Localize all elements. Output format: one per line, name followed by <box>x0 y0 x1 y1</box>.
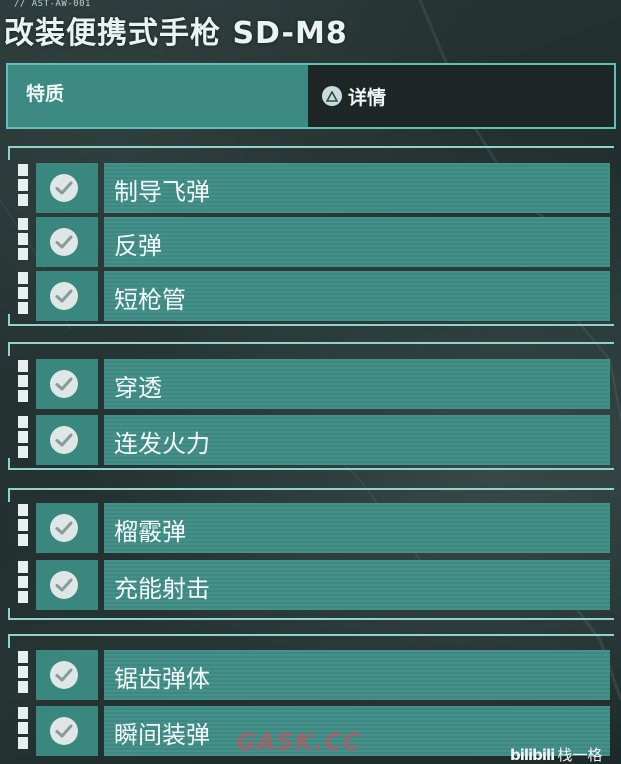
game-screen: // AST-AW-001 改装便携式手枪 SD-M8 特质 详情 制导飞弹 反… <box>0 0 621 764</box>
trait-toggle[interactable] <box>36 503 98 553</box>
slot-indicator-icon <box>18 651 32 699</box>
trait-label-box: 充能射击 <box>104 560 610 610</box>
group-frame <box>8 342 614 344</box>
trait-toggle[interactable] <box>36 650 98 700</box>
trait-label-box: 反弹 <box>104 217 610 267</box>
tab-traits-label: 特质 <box>26 83 65 105</box>
trait-toggle[interactable] <box>36 359 98 409</box>
trait-toggle[interactable] <box>36 560 98 610</box>
trait-label: 锯齿弹体 <box>114 665 210 693</box>
tab-details[interactable]: 详情 <box>308 65 614 127</box>
group-frame-corner <box>8 488 10 502</box>
trait-label-box: 榴霰弹 <box>104 503 610 553</box>
trait-label-box: 制导飞弹 <box>104 163 610 213</box>
trait-label-box: 短枪管 <box>104 271 610 321</box>
trait-row[interactable]: 短枪管 <box>18 271 610 321</box>
check-circle-icon <box>50 370 78 398</box>
trait-label: 反弹 <box>114 232 162 260</box>
trait-label: 制导飞弹 <box>114 178 210 206</box>
group-frame <box>8 488 614 490</box>
trait-row[interactable]: 锯齿弹体 <box>18 650 610 700</box>
bilibili-logo: bilibili <box>510 746 555 764</box>
trait-label: 穿透 <box>114 374 162 402</box>
group-frame-corner <box>8 634 10 648</box>
trait-row[interactable]: 反弹 <box>18 217 610 267</box>
tab-details-label: 详情 <box>348 86 387 109</box>
trait-label: 榴霰弹 <box>114 518 186 546</box>
group-frame-corner <box>8 458 10 470</box>
trait-label-box: 穿透 <box>104 359 610 409</box>
trait-toggle[interactable] <box>36 163 98 213</box>
trait-row[interactable]: 榴霰弹 <box>18 503 610 553</box>
slot-indicator-icon <box>18 164 32 212</box>
trait-row[interactable]: 制导飞弹 <box>18 163 610 213</box>
trait-label: 充能射击 <box>114 575 210 603</box>
slot-indicator-icon <box>18 707 32 755</box>
tab-bar: 特质 详情 <box>6 63 616 129</box>
group-frame-corner <box>8 342 10 356</box>
slot-indicator-icon <box>18 360 32 408</box>
check-circle-icon <box>50 571 78 599</box>
check-circle-icon <box>50 717 78 745</box>
triangle-button-icon <box>322 86 342 106</box>
group-frame <box>8 324 614 326</box>
trait-label: 短枪管 <box>114 286 186 314</box>
check-circle-icon <box>50 282 78 310</box>
group-frame <box>8 618 614 620</box>
trait-label-box: 连发火力 <box>104 415 610 465</box>
uploader-name: 栈一格 <box>557 746 603 764</box>
group-frame <box>8 146 614 148</box>
site-watermark: GASK.CC <box>236 728 362 756</box>
trait-toggle[interactable] <box>36 706 98 756</box>
trait-row[interactable]: 连发火力 <box>18 415 610 465</box>
trait-toggle[interactable] <box>36 271 98 321</box>
slot-indicator-icon <box>18 218 32 266</box>
group-frame-corner <box>8 608 10 620</box>
group-frame <box>8 468 614 470</box>
weapon-title: 改装便携式手枪 SD-M8 <box>4 16 348 51</box>
check-circle-icon <box>50 514 78 542</box>
trait-group-2: 穿透 连发火力 <box>8 342 614 470</box>
check-circle-icon <box>50 426 78 454</box>
trait-label-box: 锯齿弹体 <box>104 650 610 700</box>
trait-group-1: 制导飞弹 反弹 短枪管 <box>8 146 614 326</box>
trait-row[interactable]: 充能射击 <box>18 560 610 610</box>
uploader-badge: bilibili 栈一格 <box>510 744 602 764</box>
slot-indicator-icon <box>18 416 32 464</box>
group-frame-corner <box>8 146 10 160</box>
group-frame-corner <box>8 314 10 326</box>
trait-label: 瞬间装弹 <box>114 721 210 749</box>
check-circle-icon <box>50 661 78 689</box>
trait-label: 连发火力 <box>114 430 210 458</box>
trait-row[interactable]: 穿透 <box>18 359 610 409</box>
check-circle-icon <box>50 174 78 202</box>
check-circle-icon <box>50 228 78 256</box>
group-frame <box>8 634 614 636</box>
slot-indicator-icon <box>18 272 32 320</box>
trait-toggle[interactable] <box>36 415 98 465</box>
slot-indicator-icon <box>18 504 32 552</box>
slot-indicator-icon <box>18 561 32 609</box>
tab-traits[interactable]: 特质 <box>8 65 308 127</box>
trait-group-3: 榴霰弹 充能射击 <box>8 488 614 620</box>
trait-toggle[interactable] <box>36 217 98 267</box>
